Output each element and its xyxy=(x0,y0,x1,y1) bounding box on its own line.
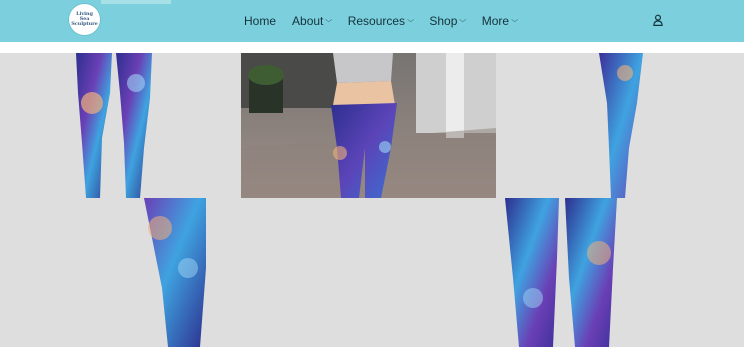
nav-item-label: Resources xyxy=(347,14,406,28)
nav-item-more[interactable]: More ⌵ xyxy=(482,14,518,28)
chevron-down-icon: ⌵ xyxy=(325,17,333,24)
product-image-model-wearing-leggings[interactable] xyxy=(241,53,496,198)
site-header: Living Sea Sculpture Home About ⌵ Resour… xyxy=(0,0,744,42)
chevron-down-icon: ⌵ xyxy=(407,17,415,24)
product-image-leggings-detail[interactable] xyxy=(140,198,210,347)
nav-item-label: About xyxy=(292,14,324,28)
nav-item-label: More xyxy=(481,14,510,28)
header-spacer xyxy=(0,42,744,53)
account-icon[interactable] xyxy=(652,14,664,26)
nav-item-home[interactable]: Home xyxy=(244,14,276,28)
product-gallery xyxy=(0,53,744,347)
nav-item-label: Shop xyxy=(429,14,458,28)
product-image-leggings-front[interactable] xyxy=(505,198,617,347)
main-nav: Home About ⌵ Resources ⌵ Shop ⌵ More ⌵ xyxy=(244,0,533,42)
logo-text-line3: Sculpture xyxy=(71,21,98,27)
product-image-leggings-side[interactable] xyxy=(585,53,645,198)
site-logo[interactable]: Living Sea Sculpture xyxy=(69,4,100,35)
nav-item-resources[interactable]: Resources ⌵ xyxy=(348,14,414,28)
nav-item-about[interactable]: About ⌵ xyxy=(292,14,332,28)
nav-item-label: Home xyxy=(244,14,277,28)
nav-item-shop[interactable]: Shop ⌵ xyxy=(429,14,467,28)
product-image-leggings-back[interactable] xyxy=(72,53,158,198)
header-accent-strip xyxy=(101,0,171,4)
chevron-down-icon: ⌵ xyxy=(459,17,467,24)
chevron-down-icon: ⌵ xyxy=(511,17,519,24)
